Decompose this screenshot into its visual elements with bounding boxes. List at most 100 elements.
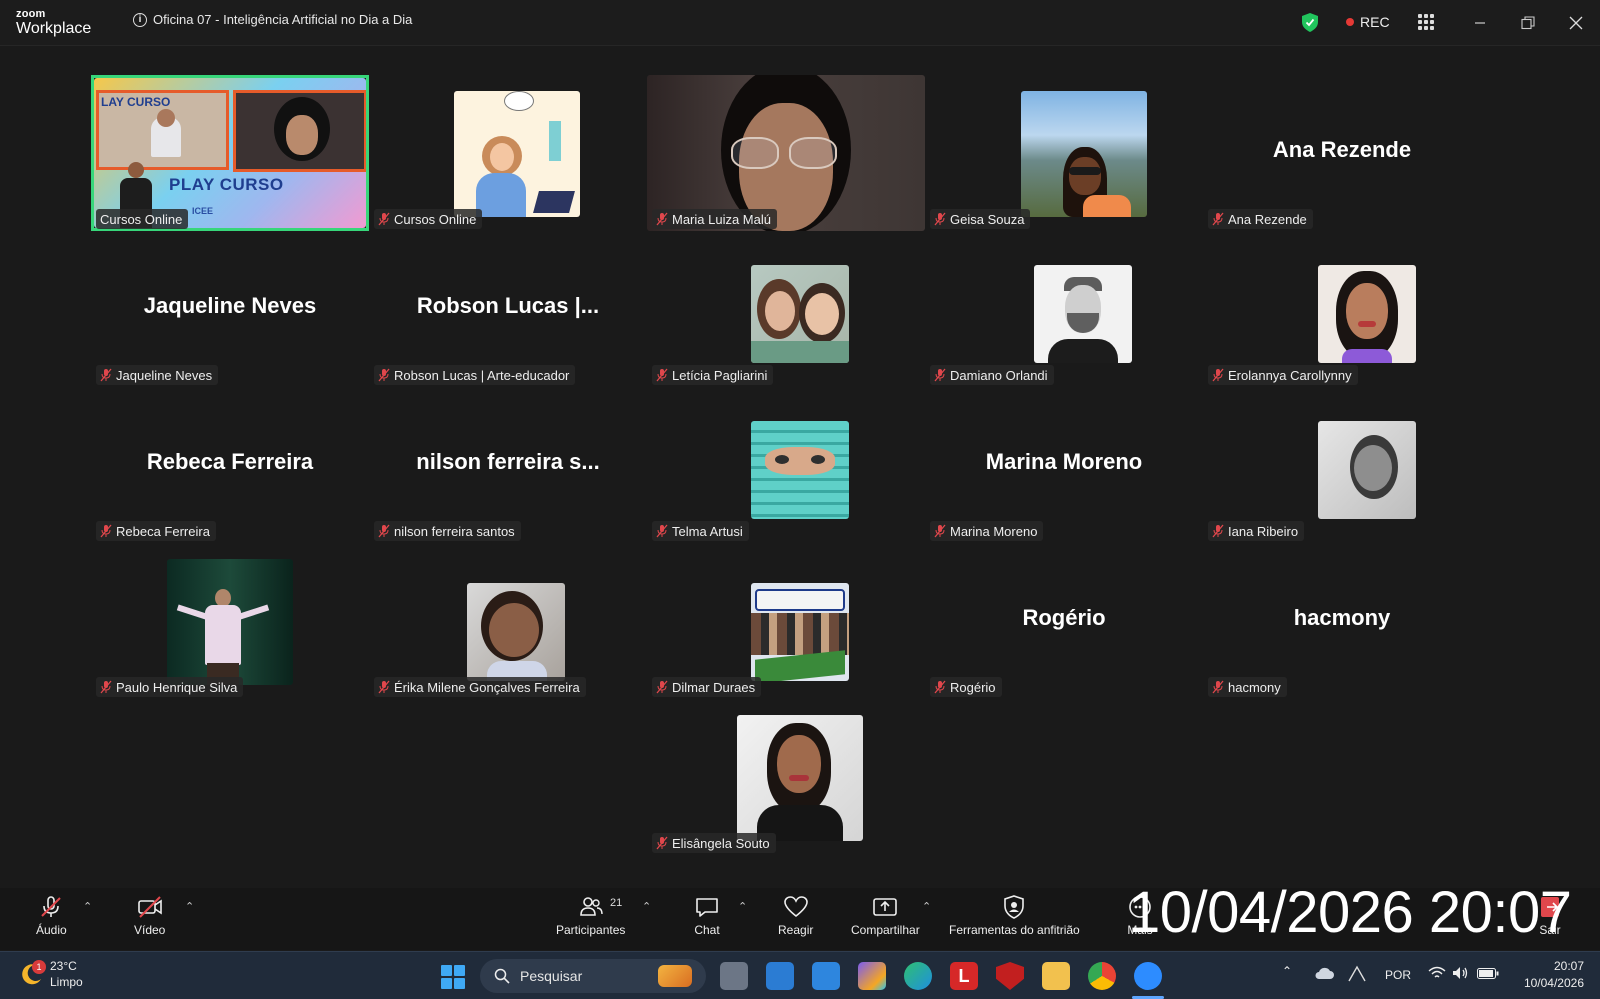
video-tile[interactable]: Érika Milene Gonçalves Ferreira [369, 543, 647, 699]
participant-name: Elisângela Souto [672, 835, 770, 851]
participant-label: Rebeca Ferreira [96, 521, 216, 541]
participant-name: hacmony [1228, 679, 1281, 695]
participant-name: Marina Moreno [950, 523, 1038, 539]
file-explorer-icon[interactable] [1042, 962, 1070, 990]
muted-mic-icon [378, 524, 390, 538]
video-button[interactable]: Vídeo [134, 894, 165, 937]
eye-left [775, 455, 789, 464]
thumb-big-text: PLAY CURSO [169, 175, 284, 194]
video-tile[interactable]: Rogério Rogério [925, 543, 1203, 699]
beard-shape [1067, 313, 1099, 333]
cursos-online-share-video: LAY CURSO PLAY CURSO ICEE [94, 78, 366, 228]
apps-grid-icon[interactable] [1418, 14, 1434, 30]
participant-label: hacmony [1208, 677, 1287, 697]
task-view-icon[interactable] [720, 962, 748, 990]
video-tile[interactable]: Iana Ribeiro [1203, 387, 1481, 543]
rec-dot-icon [1346, 18, 1354, 26]
audio-options-chevron-icon[interactable]: ⌃ [83, 900, 92, 913]
lips-shape [1358, 321, 1376, 327]
shirt-shape [1083, 195, 1131, 217]
audio-label: Áudio [36, 923, 67, 937]
participant-name: Jaqueline Neves [116, 367, 213, 383]
vscode-icon[interactable] [766, 962, 794, 990]
taskbar-search[interactable]: Pesquisar [480, 959, 706, 993]
video-tile[interactable]: Cursos Online [369, 75, 647, 231]
share-button[interactable]: Compartilhar [851, 894, 920, 937]
zoom-app-icon[interactable] [1134, 962, 1162, 990]
participants-options-chevron-icon[interactable]: ⌃ [642, 900, 651, 913]
video-tile[interactable]: Robson Lucas |... Robson Lucas | Arte-ed… [369, 231, 647, 387]
info-icon[interactable]: i [133, 12, 147, 27]
copilot-icon[interactable] [858, 962, 886, 990]
video-tile[interactable]: Damiano Orlandi [925, 231, 1203, 387]
video-tile[interactable]: Telma Artusi [647, 387, 925, 543]
video-tile[interactable]: Maria Luiza Malú [647, 75, 925, 231]
host-tools-label: Ferramentas do anfitrião [949, 923, 1080, 937]
video-tile[interactable]: Elisângela Souto [647, 699, 925, 855]
mcafee-icon[interactable] [996, 962, 1024, 990]
restore-button[interactable] [1514, 10, 1542, 36]
chrome-icon[interactable] [1088, 962, 1116, 990]
weather-widget[interactable]: 1 23°C Limpo [20, 958, 83, 990]
participant-display-name: hacmony [1293, 605, 1391, 630]
arm-right [238, 604, 270, 620]
windows-start-icon[interactable] [441, 965, 465, 989]
video-tile[interactable]: nilson ferreira s... nilson ferreira san… [369, 387, 647, 543]
instructor-video: LAY CURSO [96, 90, 229, 170]
windows-taskbar: 1 23°C Limpo Pesquisar L ⌃ POR 20:07 10/… [0, 951, 1600, 999]
minimize-button[interactable] [1466, 10, 1494, 36]
video-tile[interactable]: Marina Moreno Marina Moreno [925, 387, 1203, 543]
muted-mic-icon [1212, 212, 1224, 226]
video-tile[interactable]: hacmony hacmony [1203, 543, 1481, 699]
participant-name: Damiano Orlandi [950, 367, 1048, 383]
battery-icon[interactable] [1477, 968, 1499, 979]
volume-icon[interactable] [1452, 966, 1470, 980]
sunglasses [1069, 167, 1101, 175]
audio-button[interactable]: Áudio [36, 894, 67, 937]
face-shape [1354, 445, 1392, 491]
host-tools-button[interactable]: Ferramentas do anfitrião [949, 894, 1080, 937]
participant-label: Paulo Henrique Silva [96, 677, 244, 697]
language-indicator[interactable]: POR [1385, 968, 1411, 982]
chat-button[interactable]: Chat [694, 894, 720, 937]
participant-display-name: Rogério [1022, 605, 1106, 630]
video-tile[interactable]: Ana Rezende Ana Rezende [1203, 75, 1481, 231]
security-shield-icon[interactable] [1302, 13, 1318, 32]
participant-label: Dilmar Duraes [652, 677, 762, 697]
search-placeholder: Pesquisar [520, 968, 583, 984]
react-button[interactable]: Reagir [778, 894, 813, 937]
mail-icon[interactable] [812, 962, 840, 990]
share-options-chevron-icon[interactable]: ⌃ [922, 900, 931, 913]
meeting-info[interactable]: i Oficina 07 - Inteligência Artificial n… [133, 12, 412, 27]
participant-name: Dilmar Duraes [672, 679, 756, 695]
video-tile[interactable]: Geisa Souza [925, 75, 1203, 231]
video-tile[interactable]: Rebeca Ferreira Rebeca Ferreira [91, 387, 369, 543]
chat-options-chevron-icon[interactable]: ⌃ [738, 900, 747, 913]
muted-mic-icon [1212, 524, 1224, 538]
onedrive-cloud-icon[interactable] [1314, 966, 1334, 980]
l-app-icon[interactable]: L [950, 962, 978, 990]
wifi-icon[interactable] [1428, 966, 1446, 980]
video-tile[interactable]: Paulo Henrique Silva [91, 543, 369, 699]
video-tile[interactable]: Dilmar Duraes [647, 543, 925, 699]
search-icon [494, 968, 510, 984]
tray-chevron-icon[interactable]: ⌃ [1282, 964, 1292, 978]
participant-label: Ana Rezende [1208, 209, 1313, 229]
video-options-chevron-icon[interactable]: ⌃ [185, 900, 194, 913]
avatar [167, 559, 293, 685]
video-tile[interactable]: Letícia Pagliarini [647, 231, 925, 387]
video-tile[interactable]: LAY CURSO PLAY CURSO ICEE Cursos Online [91, 75, 369, 231]
participant-name: Robson Lucas | Arte-educador [394, 367, 570, 383]
close-button[interactable] [1562, 10, 1590, 36]
participant-label: Maria Luiza Malú [652, 209, 777, 229]
taskbar-clock[interactable]: 20:07 10/04/2026 [1514, 958, 1584, 992]
group-people-shape [751, 613, 849, 655]
participant-label: Cursos Online [374, 209, 483, 229]
edge-icon[interactable] [904, 962, 932, 990]
video-tile[interactable]: Erolannya Carollynny [1203, 231, 1481, 387]
minimize-icon [1475, 22, 1485, 24]
video-tile[interactable]: Jaqueline Neves Jaqueline Neves [91, 231, 369, 387]
recording-indicator[interactable]: REC [1346, 14, 1390, 30]
pen-wifi-icon[interactable] [1347, 965, 1367, 983]
glasses-left [731, 137, 779, 169]
